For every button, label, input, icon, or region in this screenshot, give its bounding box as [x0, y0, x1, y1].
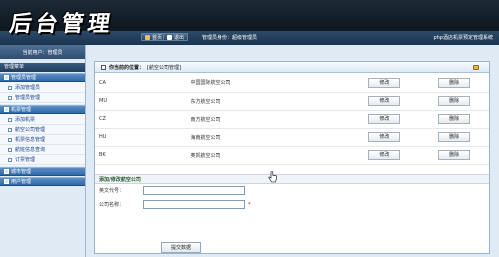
home-icon: [145, 34, 150, 40]
logout-icon: [167, 34, 172, 40]
main-menu-header: 管理菜单: [0, 63, 85, 72]
airline-code: CZ: [95, 110, 191, 129]
code-input[interactable]: [143, 186, 245, 195]
sidebar-item-label: 管理员管理: [15, 95, 41, 101]
folder-icon: [4, 179, 9, 184]
page-icon: [8, 127, 12, 132]
airline-name: 中国国际航空公司: [190, 74, 350, 93]
page-icon: [8, 85, 12, 90]
system-title: php酒店机票预定管理系统: [433, 35, 493, 41]
sidebar-item-label: 添加管理员: [15, 85, 41, 91]
table-row: CZ 南方航空公司 修改 删除: [95, 110, 489, 129]
group-ticket-items: 添加机票 航空公司管理 机票信息管理 航班信息查询 订票管理: [0, 114, 85, 166]
sidebar-item-add-ticket[interactable]: 添加机票: [0, 115, 85, 125]
select-all-checkbox[interactable]: [101, 64, 106, 70]
edit-button[interactable]: 修改: [368, 77, 401, 88]
nav-home-label: 首页: [152, 34, 163, 41]
group-label: 管理员管理: [11, 75, 37, 81]
top-banner: 后台管理 首页 退出 管理员身份：超级管理员 php酒店机票预定管理系统: [0, 0, 499, 45]
table-row: CA 中国国际航空公司 修改 删除: [95, 74, 489, 93]
table-row: HU 海南航空公司 修改 删除: [95, 128, 489, 147]
airline-code: CA: [95, 74, 191, 93]
current-user: 当前用户：管理员: [0, 45, 85, 59]
delete-button[interactable]: 删除: [438, 150, 471, 160]
form-row-code: 英文代号：: [95, 184, 489, 198]
group-city-management[interactable]: 城市管理: [0, 167, 85, 176]
sidebar-item-add-admin[interactable]: 添加管理员: [0, 83, 85, 93]
app-logo: 后台管理: [7, 11, 116, 37]
sidebar-item-label: 航班信息查询: [15, 147, 46, 153]
page-icon: [8, 137, 12, 142]
folder-icon: [4, 75, 9, 80]
edit-button[interactable]: 修改: [368, 150, 401, 160]
page-icon: [8, 147, 12, 152]
name-label: 公司名称：: [99, 202, 125, 208]
page-icon: [8, 95, 12, 100]
airline-name: 东方航空公司: [190, 92, 350, 111]
sidebar-item-booking-manage[interactable]: 订票管理: [0, 155, 85, 165]
edit-button[interactable]: 修改: [368, 132, 401, 142]
airline-code: MU: [95, 92, 191, 111]
code-label: 英文代号：: [99, 188, 125, 194]
sidebar-item-airline-manage[interactable]: 航空公司管理: [0, 125, 85, 135]
airline-code: BK: [95, 146, 191, 165]
group-label: 城市管理: [11, 169, 32, 175]
name-input[interactable]: [143, 200, 245, 209]
delete-button[interactable]: 删除: [438, 132, 471, 142]
sidebar-item-label: 订票管理: [15, 157, 36, 163]
sidebar-item-label: 航空公司管理: [15, 127, 46, 133]
user-info: 管理员身份：超级管理员: [202, 35, 258, 41]
airline-name: 奥凯航空公司: [190, 146, 350, 165]
page-icon: [8, 117, 12, 122]
group-admin-items: 添加管理员 管理员管理: [0, 82, 85, 104]
required-mark: *: [248, 201, 251, 208]
edit-button[interactable]: 修改: [368, 96, 401, 106]
group-label: 机票管理: [11, 107, 32, 113]
location-value: [航空公司管理]: [147, 64, 181, 71]
sidebar: 当前用户：管理员 管理菜单 管理员管理 添加管理员 管理员管理 机票管理 添加机…: [0, 45, 86, 257]
delete-button[interactable]: 删除: [438, 96, 471, 106]
delete-button[interactable]: 删除: [438, 77, 471, 88]
group-admin-management[interactable]: 管理员管理: [0, 73, 85, 82]
sidebar-item-label: 机票信息管理: [15, 137, 46, 143]
sidebar-item-flight-query[interactable]: 航班信息查询: [0, 145, 85, 155]
group-user-management[interactable]: 用户管理: [0, 177, 85, 186]
panel-title-bar: 你当前的位置： [航空公司管理]: [95, 62, 489, 73]
sidebar-item-admin-manage[interactable]: 管理员管理: [0, 93, 85, 103]
sidebar-item-label: 添加机票: [15, 117, 36, 123]
table-row: BK 奥凯航空公司 修改 删除: [95, 146, 489, 165]
add-icon[interactable]: [473, 65, 479, 70]
airline-code: HU: [95, 128, 191, 147]
folder-icon: [4, 107, 9, 112]
airline-panel: 你当前的位置： [航空公司管理] CA 中国国际航空公司 修改 删除 MU 东方…: [94, 61, 490, 254]
group-ticket-management[interactable]: 机票管理: [0, 105, 85, 114]
group-label: 用户管理: [11, 179, 32, 185]
airline-table: CA 中国国际航空公司 修改 删除 MU 东方航空公司 修改 删除 CZ 南方航…: [95, 74, 489, 165]
submit-button[interactable]: 提交数据: [161, 242, 201, 253]
page-icon: [8, 157, 12, 162]
folder-icon: [4, 169, 9, 174]
sidebar-item-ticket-info[interactable]: 机票信息管理: [0, 135, 85, 145]
hand-cursor-icon: [268, 171, 277, 183]
airline-name: 南方航空公司: [190, 110, 350, 129]
airline-name: 海南航空公司: [190, 128, 350, 147]
main-area: 你当前的位置： [航空公司管理] CA 中国国际航空公司 修改 删除 MU 东方…: [88, 45, 499, 257]
table-row: MU 东方航空公司 修改 删除: [95, 92, 489, 111]
nav-logout-label: 退出: [174, 34, 185, 41]
form-title: 添加/修改航空公司: [95, 173, 489, 184]
nav-logout-button[interactable]: 退出: [163, 33, 189, 41]
edit-button[interactable]: 修改: [368, 114, 401, 124]
location-prefix: 你当前的位置：: [109, 64, 145, 71]
form-row-name: 公司名称： *: [95, 198, 489, 212]
delete-button[interactable]: 删除: [438, 114, 471, 124]
